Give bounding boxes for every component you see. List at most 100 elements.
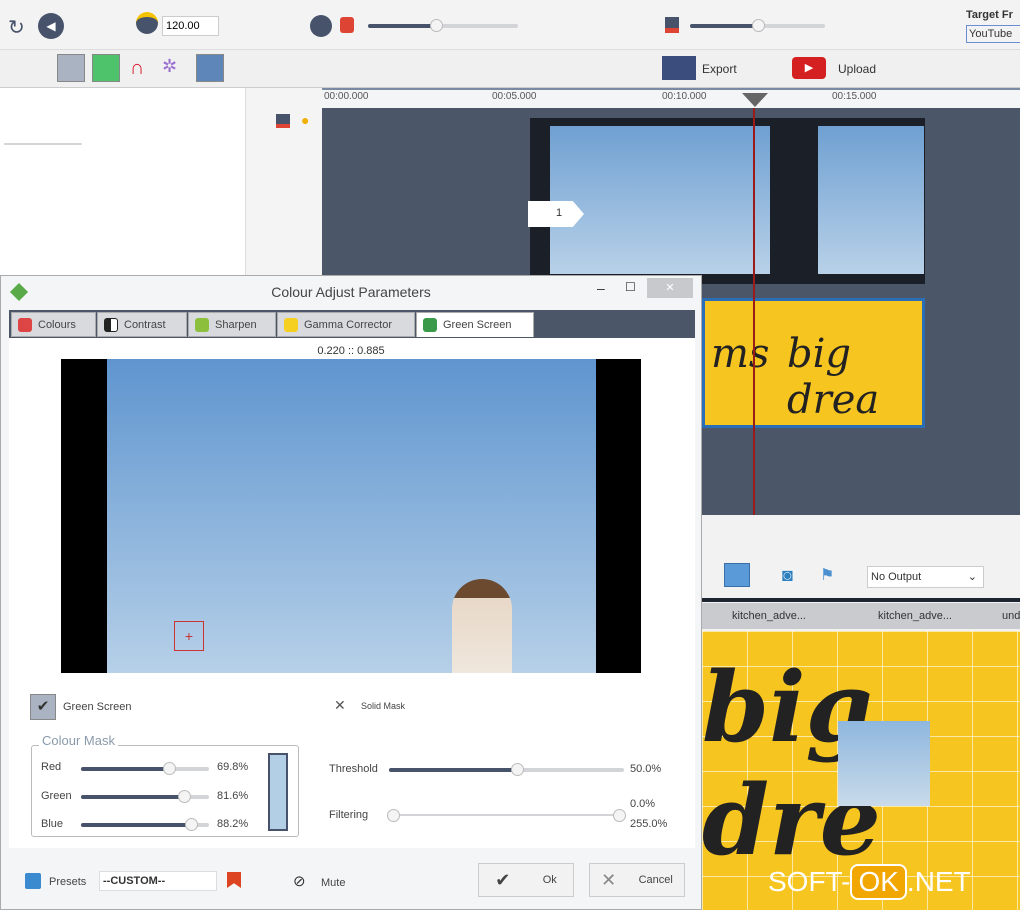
contrast-icon [104,317,118,332]
color-picker-marker[interactable]: + [174,621,204,651]
export-button[interactable]: Export [702,62,737,76]
video-thumbnail [550,126,770,274]
playhead[interactable] [753,98,755,518]
preview-image[interactable]: + [61,359,641,673]
target-format-select[interactable]: YouTube [966,25,1020,43]
clip-tab[interactable]: kitchen_adve... [878,610,952,622]
text-clip-right: big drea [787,331,880,423]
green-screen-icon [423,318,437,332]
back-icon[interactable]: ◀ [38,13,64,39]
mask-colour-swatch[interactable] [268,753,288,831]
preview-video-overlay [838,721,930,806]
target-format-label: Target Fr [966,9,1013,21]
filtering-low-value: 0.0% [630,798,656,810]
track-slider[interactable] [4,143,82,145]
minimize-button[interactable]: – [597,280,605,296]
tab-colours[interactable]: Colours [11,312,96,337]
flag-icon[interactable]: ⚑ [820,565,834,585]
tab-gamma-corrector[interactable]: Gamma Corrector [277,312,415,337]
lightbulb-icon[interactable]: ● [301,112,309,128]
zoom-slider[interactable] [690,19,825,32]
track-header: ● [245,88,322,278]
green-screen-checkbox[interactable]: ✔ [30,694,56,720]
ruler-tick: 00:05.000 [492,91,537,102]
maximize-button[interactable]: ☐ [625,280,636,294]
magnet-icon[interactable]: ∩ [130,57,144,80]
solid-mask-label: Solid Mask [361,701,406,711]
volume-slider[interactable] [368,19,518,32]
threshold-value: 50.0% [630,763,662,775]
clip-tab[interactable]: kitchen_adve... [732,610,806,622]
magic-wand-icon[interactable] [57,54,85,82]
clip-tabs: kitchen_adve... kitchen_adve... und [702,603,1020,629]
secondary-toolbar: ∩ ✲ Export ▶ Upload [0,50,1020,88]
watermark: SOFT- OK .NET [768,864,971,900]
presets-icon [25,873,41,889]
presets-label: Presets [49,876,87,888]
filtering-slider[interactable] [387,809,626,822]
green-slider[interactable] [81,790,209,803]
playhead-handle[interactable] [742,93,768,107]
dialog-title: Colour Adjust Parameters [271,284,431,300]
sharpen-icon [195,317,209,332]
person-figure [452,579,512,673]
text-clip-left: ms [711,331,770,377]
preview-panel: ◙ ⚑ No Output ⌄ kitchen_adve... kitchen_a… [702,515,1020,910]
ruler-tick: 00:15.000 [832,91,877,102]
timeline-ruler[interactable]: 00:00.000 00:05.000 00:10.000 00:15.000 [322,88,1020,108]
red-label: Red [41,761,62,773]
check-icon: ✔ [495,869,511,890]
colour-mask-title: Colour Mask [39,733,118,748]
blue-slider[interactable] [81,818,209,831]
mute-icon[interactable]: ⊘ [293,872,306,890]
tempo-icon [136,12,158,34]
export-icon [662,56,696,80]
red-slider[interactable] [81,762,209,775]
colours-icon [18,317,32,332]
solid-mask-toggle[interactable]: ✕ [334,697,346,714]
redo-icon[interactable]: ↻ [8,15,25,40]
upload-button[interactable]: Upload [838,62,876,76]
video-thumbnail [818,126,924,274]
divider [702,598,1020,602]
zoom-icon [665,17,679,33]
track-badge[interactable]: 1 [528,201,584,227]
camera-icon[interactable]: ◙ [782,565,793,586]
blue-label: Blue [41,818,64,830]
cancel-button[interactable]: ✕ Cancel [589,863,685,897]
volume-mute-icon[interactable] [340,17,354,33]
filtering-high-value: 255.0% [630,818,668,830]
bookmark-icon[interactable] [227,872,241,888]
clip-tab[interactable]: und [1002,610,1020,622]
track-mute-icon[interactable] [276,114,290,128]
blue-value: 88.2% [217,818,249,830]
snap-icon[interactable] [92,54,120,82]
watermark-suffix: .NET [906,866,971,897]
top-toolbar: ↻ ◀ Target Fr YouTube [0,0,1020,50]
green-screen-label: Green Screen [63,701,132,713]
tab-contrast[interactable]: Contrast [97,312,187,337]
close-icon: ✕ [601,869,617,890]
colour-adjust-dialog: Colour Adjust Parameters – ☐ ✕ Colours C… [0,275,702,910]
coordinates-readout: 0.220 :: 0.885 [317,345,385,357]
ok-button[interactable]: ✔ Ok [478,863,574,897]
threshold-label: Threshold [329,763,378,775]
threshold-slider[interactable] [389,763,624,776]
text-clip[interactable]: ms big drea [702,298,925,428]
grid-icon[interactable] [724,563,750,587]
ruler-icon[interactable] [196,54,224,82]
output-select[interactable]: No Output ⌄ [867,566,984,588]
select-icon[interactable]: ✲ [162,56,177,77]
presets-input[interactable]: --CUSTOM-- [99,871,217,891]
tempo-input[interactable] [162,16,219,36]
video-clip[interactable] [530,118,925,284]
output-select-value: No Output [871,571,922,583]
chevron-down-icon: ⌄ [967,571,977,583]
watermark-box: OK [850,864,907,900]
close-button[interactable]: ✕ [647,278,693,298]
ruler-tick: 00:00.000 [324,91,369,102]
tab-sharpen[interactable]: Sharpen [188,312,276,337]
tab-green-screen[interactable]: Green Screen [416,312,534,337]
ruler-tick: 00:10.000 [662,91,707,102]
gamma-icon [284,317,298,332]
